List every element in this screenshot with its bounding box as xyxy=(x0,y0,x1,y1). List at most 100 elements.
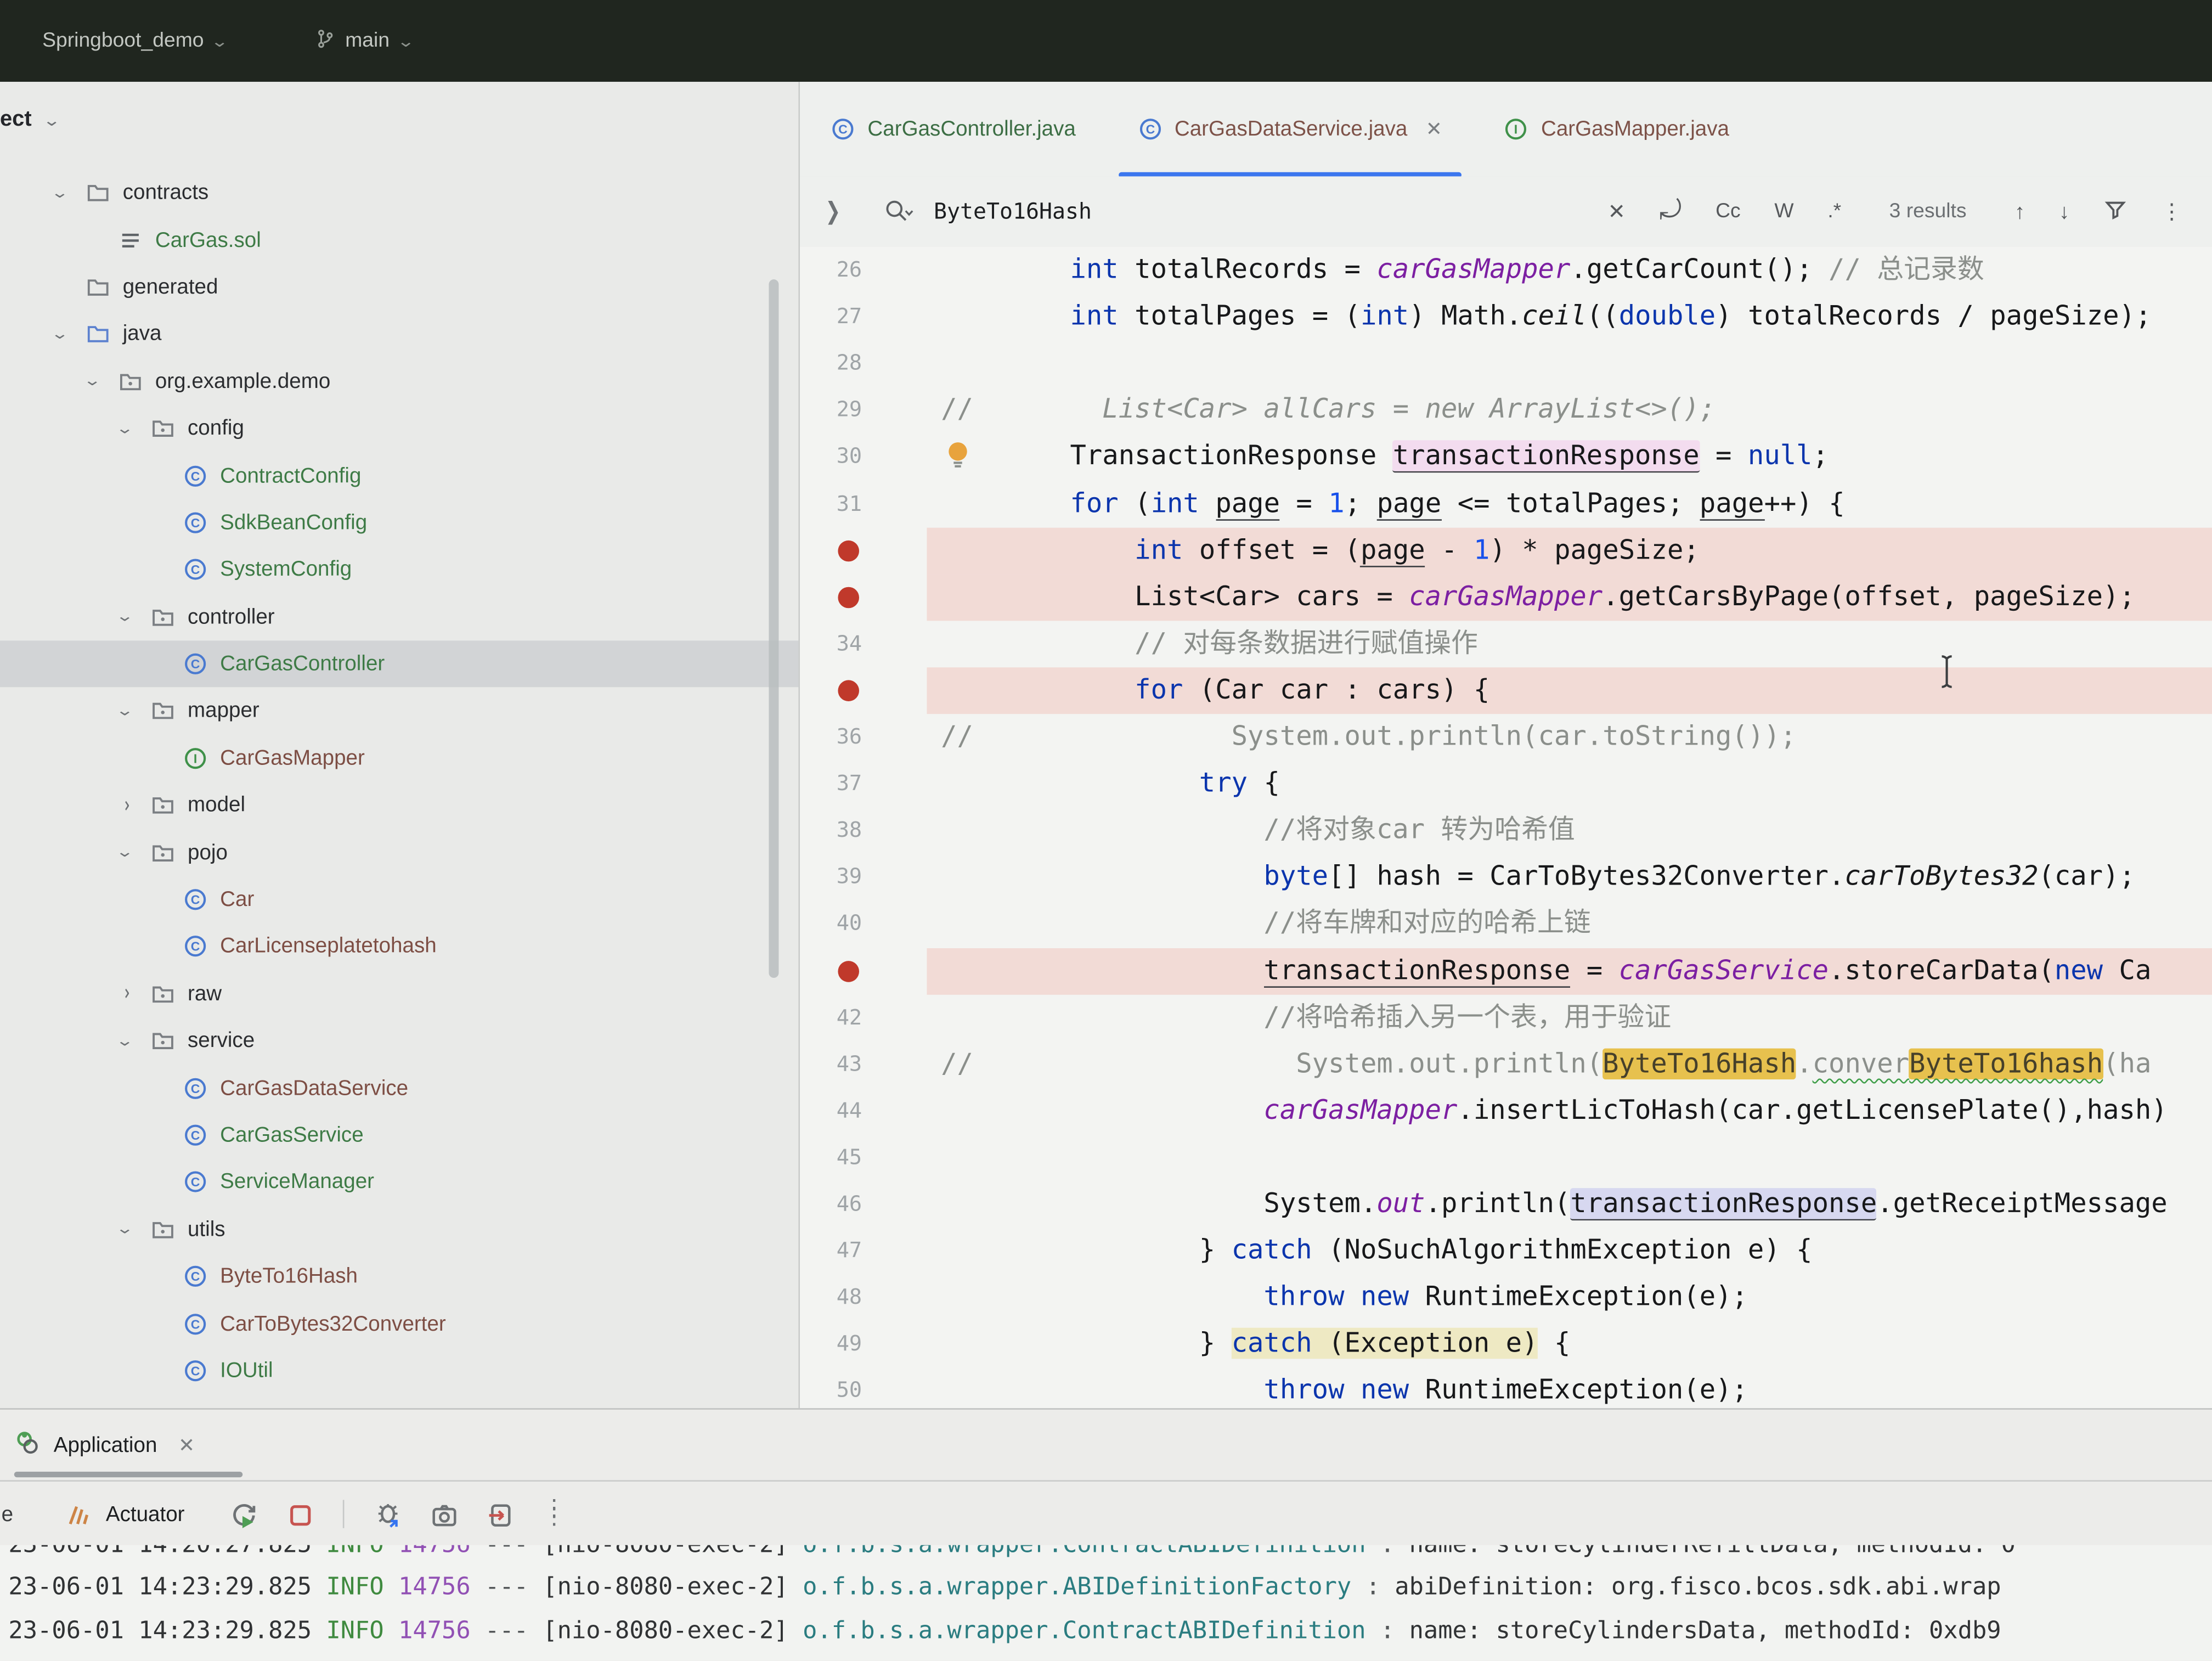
line-number[interactable]: 44 xyxy=(800,1088,941,1134)
tree-item-servicemanager[interactable]: CServiceManager xyxy=(0,1159,798,1206)
tree-item-generated[interactable]: generated xyxy=(0,263,798,311)
code-line-40[interactable]: 40 //将车牌和对应的哈希上链 xyxy=(800,901,2212,948)
line-number[interactable]: 39 xyxy=(800,854,941,900)
code-line-42[interactable]: 42 //将哈希插入另一个表，用于验证 xyxy=(800,994,2212,1041)
actuator-tab-label[interactable]: Actuator xyxy=(106,1502,185,1526)
vcs-branch-widget[interactable]: main ⌄ xyxy=(314,26,413,56)
tree-item-cargas-sol[interactable]: CarGas.sol xyxy=(0,216,798,263)
code-line-27[interactable]: 27 int totalPages = (int) Math.ceil((dou… xyxy=(800,294,2212,340)
search-icon[interactable] xyxy=(883,199,914,224)
chevron-down-icon[interactable]: ⌄ xyxy=(115,703,134,720)
tree-item-contracts[interactable]: ⌄contracts xyxy=(0,170,798,217)
tab-cargascontroller-java[interactable]: CCarGasController.java xyxy=(800,82,1107,176)
code-line-32[interactable]: int offset = (page - 1) * pageSize; xyxy=(800,527,2212,574)
code-line-48[interactable]: 48 throw new RuntimeException(e); xyxy=(800,1274,2212,1321)
line-number[interactable]: 29 xyxy=(800,387,941,433)
tree-item-cargasdataservice[interactable]: CCarGasDataService xyxy=(0,1065,798,1112)
tab-cargasdataservice-java[interactable]: CCarGasDataService.java✕ xyxy=(1107,82,1473,176)
regex-toggle[interactable]: .* xyxy=(1827,200,1841,223)
line-number[interactable] xyxy=(800,667,941,714)
line-number[interactable]: 37 xyxy=(800,761,941,807)
tree-item-service[interactable]: ⌄service xyxy=(0,1017,798,1065)
chevron-down-icon[interactable]: ⌄ xyxy=(50,184,69,201)
code-line-33[interactable]: List<Car> cars = carGasMapper.getCarsByP… xyxy=(800,574,2212,621)
tree-item-contractconfig[interactable]: CContractConfig xyxy=(0,452,798,499)
tree-item-mapper[interactable]: ⌄mapper xyxy=(0,688,798,735)
exit-icon[interactable] xyxy=(487,1501,514,1528)
expand-search-icon[interactable]: ❯ xyxy=(825,197,840,226)
code-line-29[interactable]: 29// List<Car> allCars = new ArrayList<>… xyxy=(800,387,2212,433)
chevron-down-icon[interactable]: ⌄ xyxy=(115,609,134,626)
rerun-icon[interactable] xyxy=(230,1501,257,1528)
previous-occurrence-icon[interactable]: ↑ xyxy=(2015,200,2025,224)
line-number[interactable]: 46 xyxy=(800,1181,941,1228)
tree-item-cargasmapper[interactable]: ICarGasMapper xyxy=(0,735,798,782)
line-number[interactable]: 31 xyxy=(800,481,941,527)
code-line-43[interactable]: 43// System.out.println(ByteTo16Hash.con… xyxy=(800,1041,2212,1088)
more-options-icon[interactable]: ⋮ xyxy=(2161,199,2182,224)
code-line-45[interactable]: 45 xyxy=(800,1134,2212,1181)
line-number[interactable] xyxy=(800,527,941,574)
project-switcher[interactable]: Springboot_demo ⌄ xyxy=(42,30,227,52)
line-number[interactable]: 47 xyxy=(800,1228,941,1274)
run-console[interactable]: 23-06-01 14:20:27.825 INFO 14756 --- [ni… xyxy=(0,1545,2212,1661)
tree-item-sdkbeanconfig[interactable]: CSdkBeanConfig xyxy=(0,499,798,547)
breakpoint-icon[interactable] xyxy=(838,961,859,982)
clear-search-icon[interactable]: ✕ xyxy=(1608,199,1626,224)
code-line-46[interactable]: 46 System.out.println(transactionRespons… xyxy=(800,1181,2212,1228)
line-number[interactable]: 43 xyxy=(800,1041,941,1088)
line-number[interactable]: 42 xyxy=(800,994,941,1041)
line-number[interactable]: 26 xyxy=(800,247,941,294)
stop-icon[interactable] xyxy=(286,1501,313,1528)
line-number[interactable]: 45 xyxy=(800,1134,941,1181)
code-line-26[interactable]: 26 int totalRecords = carGasMapper.getCa… xyxy=(800,247,2212,294)
line-number[interactable]: 34 xyxy=(800,621,941,667)
chevron-right-icon[interactable]: ⌄ xyxy=(116,796,133,815)
code-line-31[interactable]: 31 for (int page = 1; page <= totalPages… xyxy=(800,481,2212,527)
line-number[interactable]: 27 xyxy=(800,294,941,340)
whole-words-toggle[interactable]: W xyxy=(1774,200,1793,223)
line-number[interactable]: 38 xyxy=(800,807,941,854)
run-tab-application[interactable]: Application ✕ xyxy=(14,1410,195,1480)
line-number[interactable]: 36 xyxy=(800,714,941,761)
code-line-34[interactable]: 34 // 对每条数据进行赋值操作 xyxy=(800,621,2212,667)
code-line-37[interactable]: 37 try { xyxy=(800,761,2212,807)
chevron-right-icon[interactable]: ⌄ xyxy=(116,984,133,1003)
attach-debugger-icon[interactable] xyxy=(374,1501,400,1528)
code-line-41[interactable]: transactionResponse = carGasService.stor… xyxy=(800,948,2212,994)
code-line-30[interactable]: 30 TransactionResponse transactionRespon… xyxy=(800,433,2212,480)
tree-item-config[interactable]: ⌄config xyxy=(0,405,798,452)
newline-icon[interactable]: ⤾ xyxy=(1660,196,1682,227)
tab-cargasmapper-java[interactable]: ICarGasMapper.java xyxy=(1474,82,1760,176)
line-number[interactable] xyxy=(800,948,941,994)
tree-item-model[interactable]: ⌄model xyxy=(0,782,798,829)
next-occurrence-icon[interactable]: ↓ xyxy=(2059,200,2069,224)
code-line-36[interactable]: 36// System.out.println(car.toString()); xyxy=(800,714,2212,761)
chevron-down-icon[interactable]: ⌄ xyxy=(115,420,134,437)
tree-scrollbar[interactable] xyxy=(769,279,778,978)
line-number[interactable]: 40 xyxy=(800,901,941,948)
line-number[interactable]: 48 xyxy=(800,1274,941,1321)
tree-item-java[interactable]: ⌄java xyxy=(0,311,798,358)
close-icon[interactable]: ✕ xyxy=(1426,117,1442,141)
tree-item-carlicenseplatetohash[interactable]: CCarLicenseplatetohash xyxy=(0,923,798,970)
line-number[interactable]: 28 xyxy=(800,340,941,387)
code-line-28[interactable]: 28 xyxy=(800,340,2212,387)
search-input[interactable]: ByteTo16Hash xyxy=(934,199,1092,224)
chevron-down-icon[interactable]: ⌄ xyxy=(50,326,69,343)
code-line-35[interactable]: for (Car car : cars) { xyxy=(800,667,2212,714)
close-icon[interactable]: ✕ xyxy=(178,1433,195,1457)
thread-dump-camera-icon[interactable] xyxy=(430,1501,457,1528)
tree-item-cargasservice[interactable]: CCarGasService xyxy=(0,1112,798,1159)
chevron-down-icon[interactable]: ⌄ xyxy=(83,373,101,390)
tree-item-pojo[interactable]: ⌄pojo xyxy=(0,829,798,876)
more-icon[interactable]: ⋮⋮ xyxy=(543,1506,566,1523)
tree-item-utils[interactable]: ⌄utils xyxy=(0,1206,798,1253)
tree-item-byteto16hash[interactable]: CByteTo16Hash xyxy=(0,1253,798,1300)
code-line-50[interactable]: 50 throw new RuntimeException(e); xyxy=(800,1368,2212,1409)
chevron-down-icon[interactable]: ⌄ xyxy=(115,1221,134,1238)
tree-item-ioutil[interactable]: CIOUtil xyxy=(0,1347,798,1394)
tree-item-car[interactable]: CCar xyxy=(0,876,798,923)
tree-item-cartobytes32converter[interactable]: CCarToBytes32Converter xyxy=(0,1300,798,1347)
project-panel-header[interactable]: ect ⌄ xyxy=(0,102,59,138)
